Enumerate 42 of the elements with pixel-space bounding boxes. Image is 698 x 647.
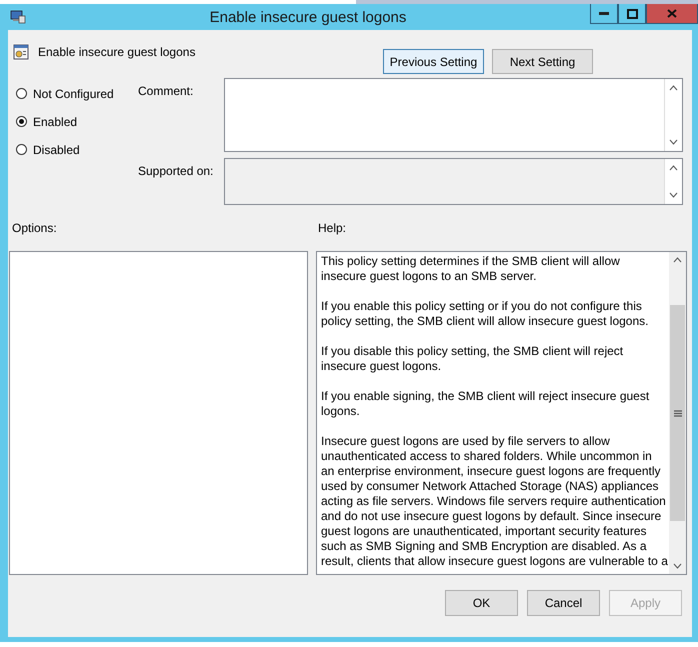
- radio-label: Disabled: [33, 142, 80, 156]
- radio-label: Not Configured: [33, 86, 114, 100]
- radio-button[interactable]: [16, 88, 27, 99]
- close-button[interactable]: [646, 4, 698, 24]
- options-label: Options:: [12, 221, 58, 235]
- scroll-down-icon: [673, 563, 682, 569]
- help-paragraph: Insecure guest logons are used by file servers to allow unauthenticated access to shared folders. While uncommon in an enterprise environment, insecure guest logons are frequently used by consumer Network Attached Storage (NAS) appliances acting as file servers. Windows file servers require authentication and do not use insecure guest logons by default. Since insecure guest logons are unauthenticated, important security features such as SMB Signing and SMB Encryption are disabled. As a result, clients that allow insecure guest logons are vulnerable to a: [321, 434, 669, 569]
- maximize-button[interactable]: [618, 4, 646, 24]
- radio-option[interactable]: Disabled: [16, 142, 138, 157]
- scroll-up-icon: [669, 165, 678, 171]
- help-paragraph: This policy setting determines if the SMB client will allow insecure guest logons to an SMB server.: [321, 254, 621, 284]
- policy-name: Enable insecure guest logons: [38, 45, 196, 59]
- radio-button[interactable]: [16, 116, 27, 127]
- comment-field[interactable]: [224, 78, 683, 152]
- scroll-up-icon: [669, 85, 678, 91]
- radio-label: Enabled: [33, 114, 78, 128]
- radio-button[interactable]: [16, 144, 27, 155]
- nav-button[interactable]: Previous Setting: [383, 49, 484, 74]
- supported-on-label: Supported on:: [138, 163, 214, 180]
- help-paragraph: If you disable this policy setting, the SMB client will reject insecure guest logons.: [321, 344, 624, 374]
- minimize-button[interactable]: [590, 4, 618, 24]
- help-paragraph: If you enable signing, the SMB client will reject insecure guest logons.: [321, 389, 650, 419]
- help-paragraph: If you enable this policy setting or if you do not configure this policy setting, the SMB client will allow insecure guest logons.: [321, 299, 650, 329]
- scrollbar[interactable]: [669, 252, 686, 574]
- scroll-down-icon: [669, 192, 678, 198]
- dialog-button[interactable]: Cancel: [527, 590, 600, 616]
- radio-option[interactable]: Enabled: [16, 114, 138, 129]
- dialog-button[interactable]: OK: [445, 590, 518, 616]
- help-label: Help:: [318, 221, 346, 235]
- nav-button[interactable]: Next Setting: [492, 49, 593, 74]
- minimize-icon: [599, 12, 609, 16]
- scroll-thumb[interactable]: [670, 305, 685, 521]
- policy-icon: [13, 44, 29, 60]
- computer-icon: [10, 10, 26, 24]
- maximize-icon: [626, 8, 638, 18]
- radio-option[interactable]: Not Configured: [16, 86, 138, 101]
- close-icon: [667, 9, 677, 18]
- scroll-up-icon: [673, 257, 682, 263]
- comment-label: Comment:: [138, 83, 194, 100]
- window-title: Enable insecure guest logons: [208, 8, 408, 26]
- scroll-down-icon: [669, 139, 678, 145]
- grip-icon: [674, 410, 682, 416]
